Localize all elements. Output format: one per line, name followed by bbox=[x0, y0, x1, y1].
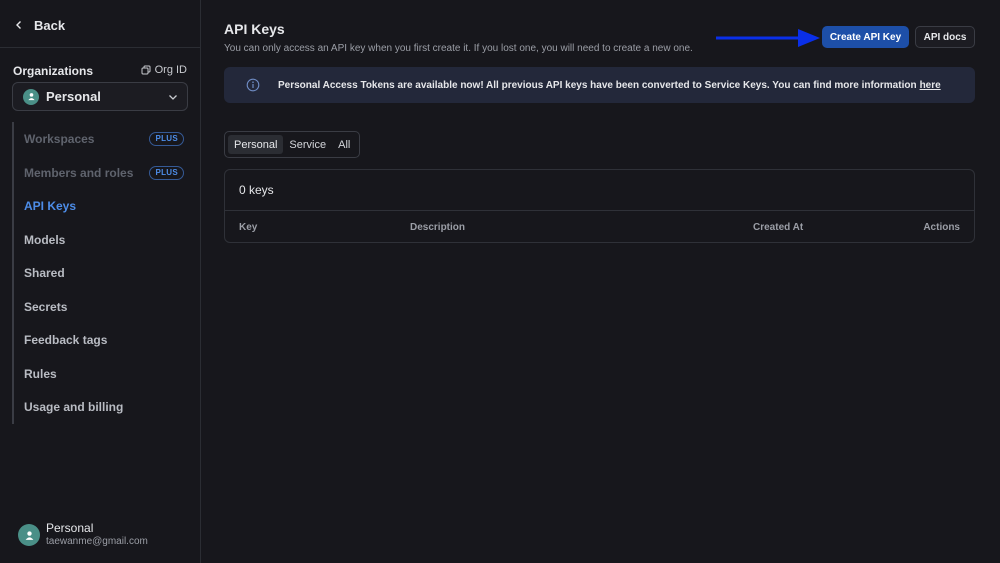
avatar bbox=[23, 88, 39, 105]
table-header: Key Description Created At Actions bbox=[225, 210, 974, 243]
sidebar-item-api-keys[interactable]: API Keys bbox=[24, 197, 184, 215]
user-profile[interactable]: Personal taewanme@gmail.com bbox=[18, 521, 148, 549]
sidebar-item-members-and-roles[interactable]: Members and roles PLUS bbox=[24, 164, 184, 182]
sidebar-item-rules[interactable]: Rules bbox=[24, 365, 184, 383]
info-banner: Personal Access Tokens are available now… bbox=[224, 67, 975, 103]
user-icon bbox=[25, 530, 33, 540]
api-docs-button[interactable]: API docs bbox=[915, 26, 975, 48]
back-button[interactable]: Back bbox=[14, 16, 65, 34]
column-header-actions: Actions bbox=[923, 222, 960, 233]
key-type-filter: Personal Service All bbox=[224, 131, 361, 158]
sidebar-item-usage-and-billing[interactable]: Usage and billing bbox=[24, 398, 184, 416]
api-keys-table: 0 keys Key Description Created At Action… bbox=[224, 169, 975, 243]
sidebar-item-label: Workspaces bbox=[24, 132, 95, 146]
keys-count: 0 keys bbox=[239, 183, 274, 197]
avatar bbox=[18, 524, 40, 546]
sidebar-item-label: Feedback tags bbox=[24, 333, 108, 347]
user-email: taewanme@gmail.com bbox=[46, 536, 148, 547]
sidebar-item-shared[interactable]: Shared bbox=[24, 264, 184, 282]
user-icon bbox=[27, 93, 35, 101]
create-api-key-button[interactable]: Create API Key bbox=[822, 26, 909, 48]
sidebar-item-label: Usage and billing bbox=[24, 400, 124, 414]
plus-badge: PLUS bbox=[149, 132, 184, 146]
sidebar-item-secrets[interactable]: Secrets bbox=[24, 298, 184, 316]
sidebar-item-models[interactable]: Models bbox=[24, 231, 184, 249]
sidebar-item-label: Secrets bbox=[24, 300, 68, 314]
organization-select[interactable]: Personal bbox=[12, 82, 188, 111]
main-content: API Keys You can only access an API key … bbox=[202, 0, 1000, 563]
org-id-button[interactable]: Org ID bbox=[141, 64, 187, 76]
page-subtitle: You can only access an API key when you … bbox=[224, 43, 693, 54]
sidebar-item-workspaces[interactable]: Workspaces PLUS bbox=[24, 130, 184, 148]
back-label: Back bbox=[34, 17, 66, 33]
column-header-description: Description bbox=[410, 222, 466, 233]
sidebar-item-label: Shared bbox=[24, 266, 65, 280]
sidebar-divider bbox=[0, 47, 200, 48]
info-icon bbox=[246, 78, 260, 92]
column-header-created-at: Created At bbox=[753, 222, 804, 233]
copy-icon bbox=[141, 65, 151, 75]
sidebar-item-label: Rules bbox=[24, 367, 57, 381]
tab-service[interactable]: Service bbox=[283, 135, 332, 154]
sidebar-item-label: Models bbox=[24, 233, 66, 247]
plus-badge: PLUS bbox=[149, 166, 184, 180]
sidebar-item-label: Members and roles bbox=[24, 166, 134, 180]
organizations-label: Organizations bbox=[13, 64, 94, 78]
settings-nav: Workspaces PLUS Members and roles PLUS A… bbox=[12, 122, 188, 424]
organization-name: Personal bbox=[46, 89, 101, 104]
user-name: Personal bbox=[46, 521, 94, 535]
page-title: API Keys bbox=[224, 21, 285, 37]
annotation-arrow-icon bbox=[716, 29, 820, 47]
banner-link[interactable]: here bbox=[920, 80, 941, 91]
banner-text: Personal Access Tokens are available now… bbox=[278, 79, 917, 91]
sidebar-item-label: API Keys bbox=[24, 199, 77, 213]
tab-personal[interactable]: Personal bbox=[228, 135, 284, 154]
chevron-down-icon bbox=[169, 95, 177, 100]
column-header-key: Key bbox=[239, 222, 258, 233]
sidebar: Back Organizations Org ID Personal Works… bbox=[0, 0, 201, 563]
sidebar-item-feedback-tags[interactable]: Feedback tags bbox=[24, 331, 184, 349]
org-id-label: Org ID bbox=[154, 64, 187, 76]
tab-all[interactable]: All bbox=[332, 135, 356, 154]
chevron-left-icon bbox=[16, 21, 21, 29]
